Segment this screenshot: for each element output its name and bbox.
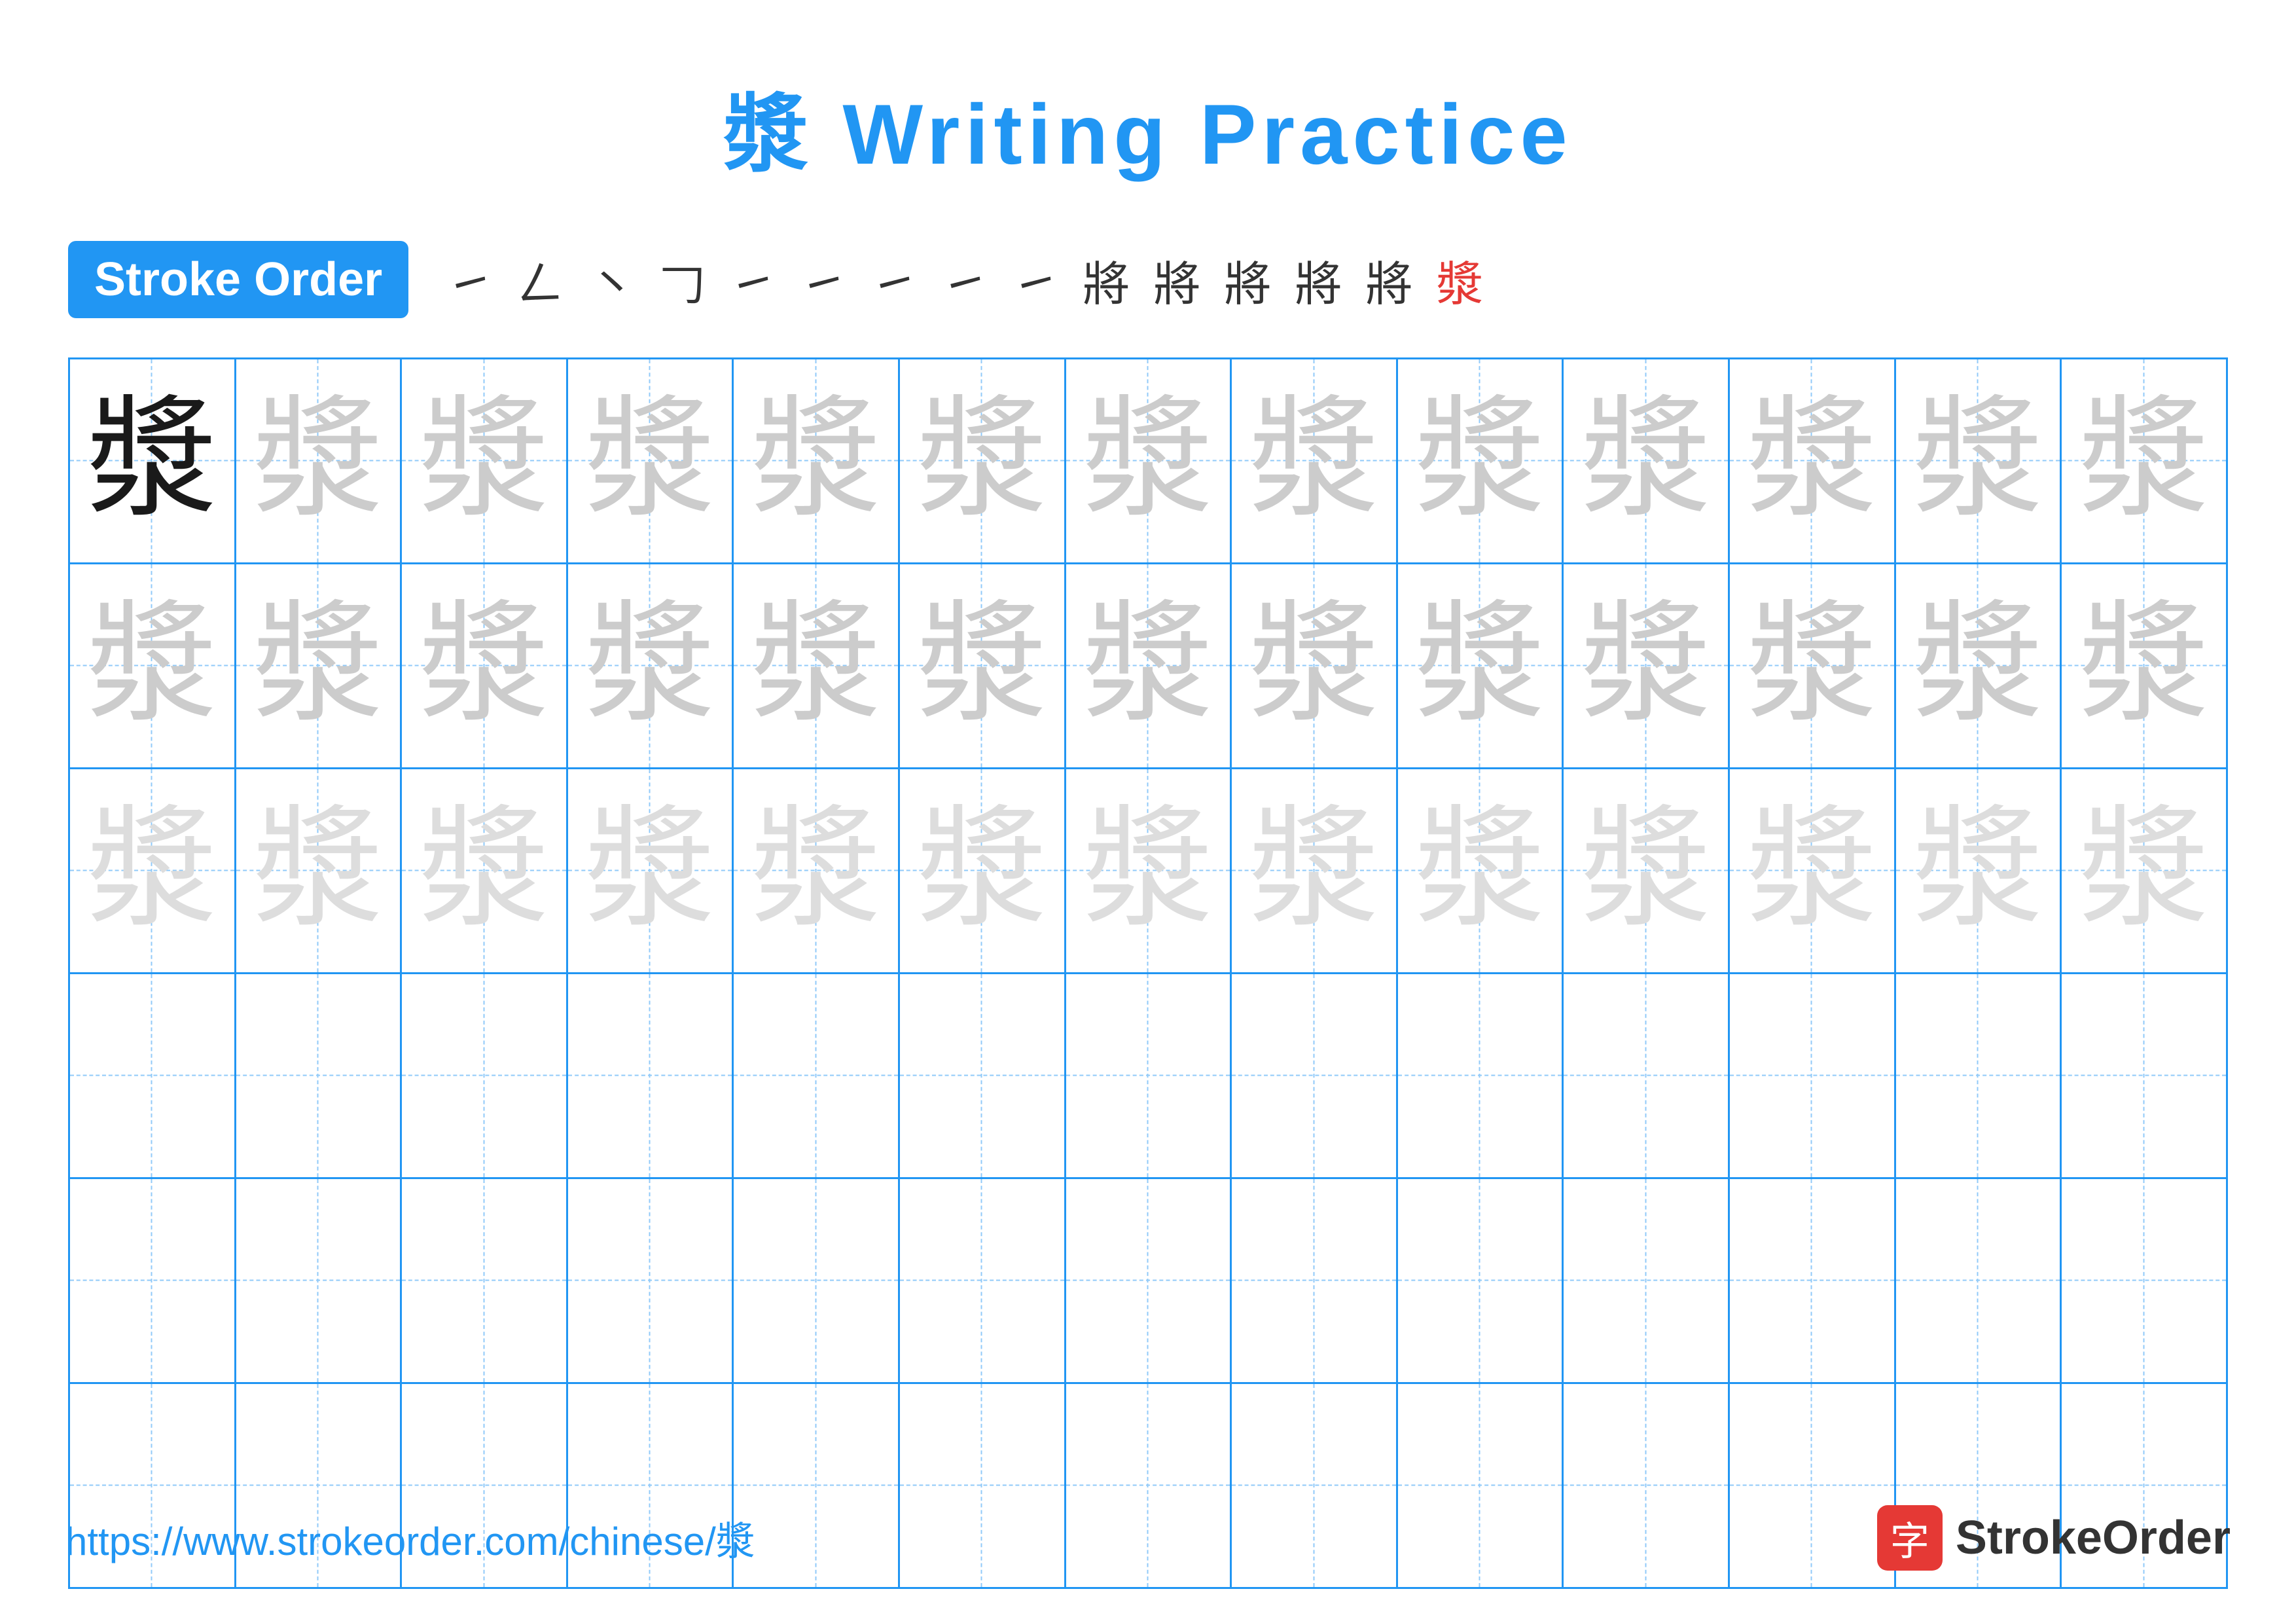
grid-cell[interactable] — [1232, 974, 1398, 1177]
grid-cell[interactable] — [1896, 974, 2062, 1177]
grid-cell: 漿 — [1896, 564, 2062, 767]
grid-cell: 漿 — [236, 564, 403, 767]
grid-cell: 漿 — [1564, 769, 1730, 972]
grid-cell[interactable] — [568, 974, 734, 1177]
grid-cell: 漿 — [70, 564, 236, 767]
grid-cell: 漿 — [1066, 769, 1232, 972]
grid-cell[interactable] — [1730, 974, 1896, 1177]
grid-cell[interactable] — [70, 1179, 236, 1382]
grid-cell[interactable] — [1398, 1179, 1564, 1382]
grid-cell[interactable] — [1398, 974, 1564, 1177]
stroke-step-13: 將 — [1365, 246, 1412, 314]
grid-cell[interactable] — [1564, 1179, 1730, 1382]
grid-cell: 漿 — [734, 359, 900, 562]
grid-row-3: 漿 漿 漿 漿 漿 漿 漿 漿 漿 漿 漿 漿 漿 — [70, 769, 2226, 974]
grid-cell: 漿 — [70, 359, 236, 562]
grid-cell: 漿 — [1398, 769, 1564, 972]
grid-cell: 漿 — [1232, 769, 1398, 972]
stroke-step-1: 𠃋 — [517, 246, 564, 314]
grid-cell[interactable] — [734, 974, 900, 1177]
page: 漿 Writing Practice Stroke Order ㇀𠃋㇔𠃌㇀㇀㇀㇀… — [0, 0, 2296, 1623]
grid-cell: 漿 — [2062, 359, 2226, 562]
grid-cell: 漿 — [70, 769, 236, 972]
stroke-step-10: 將 — [1153, 246, 1200, 314]
grid-cell: 漿 — [1232, 564, 1398, 767]
grid-cell: 漿 — [1398, 359, 1564, 562]
grid-row-1: 漿 漿 漿 漿 漿 漿 漿 漿 漿 漿 漿 漿 漿 — [70, 359, 2226, 564]
stroke-step-4: ㇀ — [729, 246, 776, 314]
grid-cell: 漿 — [1730, 769, 1896, 972]
stroke-step-2: ㇔ — [588, 246, 635, 314]
practice-grid: 漿 漿 漿 漿 漿 漿 漿 漿 漿 漿 漿 漿 漿 漿 漿 漿 漿 漿 漿 漿 … — [68, 357, 2228, 1589]
stroke-order-row: Stroke Order ㇀𠃋㇔𠃌㇀㇀㇀㇀㇀將將將將將漿 — [68, 241, 2228, 318]
footer-logo: 字 StrokeOrder — [1877, 1505, 2231, 1571]
grid-cell[interactable] — [900, 974, 1066, 1177]
grid-cell: 漿 — [734, 564, 900, 767]
grid-cell: 漿 — [236, 769, 403, 972]
grid-cell[interactable] — [1896, 1179, 2062, 1382]
grid-cell: 漿 — [402, 359, 568, 562]
grid-cell: 漿 — [1398, 564, 1564, 767]
grid-cell: 漿 — [1564, 564, 1730, 767]
stroke-step-0: ㇀ — [446, 246, 493, 314]
stroke-step-7: ㇀ — [941, 246, 988, 314]
grid-row-2: 漿 漿 漿 漿 漿 漿 漿 漿 漿 漿 漿 漿 漿 — [70, 564, 2226, 769]
grid-row-4 — [70, 974, 2226, 1179]
grid-cell[interactable] — [1730, 1179, 1896, 1382]
grid-cell: 漿 — [734, 769, 900, 972]
grid-cell[interactable] — [1564, 974, 1730, 1177]
stroke-step-6: ㇀ — [870, 246, 918, 314]
grid-cell[interactable] — [2062, 974, 2226, 1177]
grid-cell[interactable] — [1232, 1179, 1398, 1382]
grid-cell: 漿 — [568, 769, 734, 972]
grid-cell: 漿 — [568, 564, 734, 767]
stroke-step-9: 將 — [1083, 246, 1130, 314]
grid-cell[interactable] — [900, 1179, 1066, 1382]
page-title: 漿 Writing Practice — [723, 65, 1572, 189]
grid-cell: 漿 — [900, 769, 1066, 972]
grid-cell: 漿 — [1730, 564, 1896, 767]
grid-cell[interactable] — [402, 974, 568, 1177]
grid-cell[interactable] — [734, 1179, 900, 1382]
logo-icon: 字 — [1877, 1505, 1943, 1571]
stroke-step-8: ㇀ — [1012, 246, 1059, 314]
grid-cell: 漿 — [1564, 359, 1730, 562]
grid-cell: 漿 — [900, 564, 1066, 767]
grid-cell: 漿 — [1066, 359, 1232, 562]
footer-url[interactable]: https://www.strokeorder.com/chinese/漿 — [65, 1510, 755, 1567]
stroke-step-12: 將 — [1295, 246, 1342, 314]
grid-cell: 漿 — [1896, 359, 2062, 562]
grid-cell[interactable] — [1066, 1179, 1232, 1382]
stroke-order-badge: Stroke Order — [68, 241, 408, 318]
grid-row-5 — [70, 1179, 2226, 1384]
grid-cell: 漿 — [2062, 564, 2226, 767]
grid-cell: 漿 — [568, 359, 734, 562]
stroke-step-14: 漿 — [1436, 246, 1483, 314]
logo-text: StrokeOrder — [1956, 1511, 2231, 1565]
grid-cell: 漿 — [1730, 359, 1896, 562]
grid-cell[interactable] — [2062, 1179, 2226, 1382]
grid-cell[interactable] — [236, 1179, 403, 1382]
stroke-step-11: 將 — [1224, 246, 1271, 314]
grid-cell[interactable] — [568, 1179, 734, 1382]
grid-cell: 漿 — [402, 564, 568, 767]
footer: https://www.strokeorder.com/chinese/漿 字 … — [65, 1505, 2231, 1571]
grid-cell[interactable] — [1066, 974, 1232, 1177]
grid-cell: 漿 — [900, 359, 1066, 562]
grid-cell[interactable] — [402, 1179, 568, 1382]
grid-cell[interactable] — [236, 974, 403, 1177]
grid-cell: 漿 — [2062, 769, 2226, 972]
grid-cell: 漿 — [1232, 359, 1398, 562]
grid-cell: 漿 — [1066, 564, 1232, 767]
stroke-step-3: 𠃌 — [658, 246, 706, 314]
grid-cell: 漿 — [402, 769, 568, 972]
stroke-step-5: ㇀ — [800, 246, 847, 314]
grid-cell[interactable] — [70, 974, 236, 1177]
character-dark: 漿 — [86, 395, 217, 526]
grid-cell: 漿 — [1896, 769, 2062, 972]
grid-cell: 漿 — [236, 359, 403, 562]
